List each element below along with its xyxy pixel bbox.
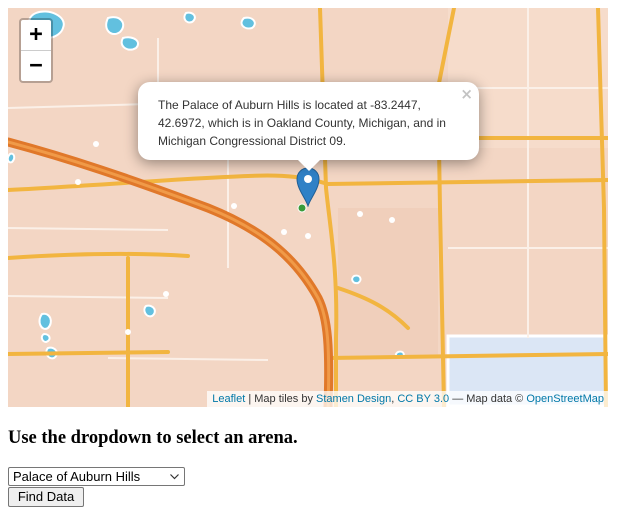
map-pin-icon [296,167,320,208]
license-link[interactable]: CC BY 3.0 [397,393,449,405]
zoom-control: + − [19,18,53,83]
popup-tip [298,160,320,171]
popup-close-button[interactable]: × [460,86,473,102]
zoom-in-button[interactable]: + [21,20,51,50]
map-marker[interactable] [296,167,320,212]
attribution-text: — Map data © [449,393,527,405]
find-data-button[interactable]: Find Data [8,487,84,507]
leaflet-link[interactable]: Leaflet [212,393,245,405]
osm-link[interactable]: OpenStreetMap [526,393,604,405]
arena-select-value: Palace of Auburn Hills [13,469,141,484]
map[interactable]: + − × The Palace of Auburn Hills is loca… [8,8,608,407]
attribution-text: | Map tiles by [245,393,317,405]
popup-content: The Palace of Auburn Hills is located at… [158,98,446,148]
map-attribution: Leaflet | Map tiles by Stamen Design, CC… [207,391,608,407]
stamen-link[interactable]: Stamen Design [316,393,391,405]
arena-select[interactable]: Palace of Auburn Hills [8,467,185,486]
instruction-heading: Use the dropdown to select an arena. [8,428,298,448]
zoom-out-button[interactable]: − [21,50,51,81]
map-popup: × The Palace of Auburn Hills is located … [138,82,479,171]
chevron-down-icon [170,474,179,480]
